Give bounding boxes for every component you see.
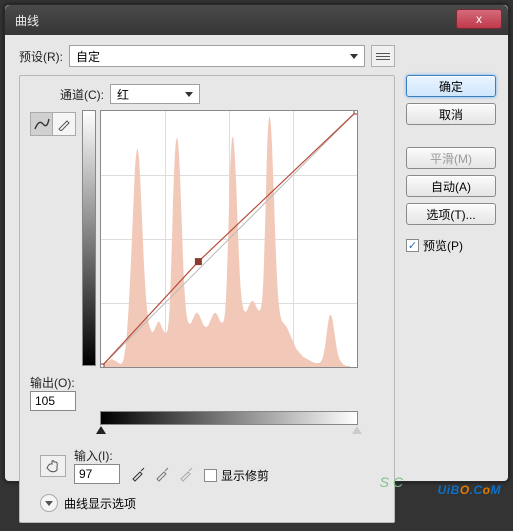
preset-row: 预设(R): 自定 [19,45,395,67]
curve-icon [34,117,50,131]
output-gradient [82,110,96,366]
show-clipping-checkbox[interactable] [204,469,217,482]
output-value: 105 [35,394,55,408]
black-eyedropper[interactable] [128,464,148,484]
preset-label: 预设(R): [19,48,63,65]
eyedropper-icon [154,466,170,482]
input-gradient [100,411,358,425]
preview-row[interactable]: 预览(P) [406,237,496,254]
eyedropper-group [128,464,196,484]
preview-label: 预览(P) [423,237,463,254]
curve-tools [30,112,76,136]
output-row: 输出(O): 105 [30,374,384,411]
cancel-button[interactable]: 取消 [406,103,496,125]
output-col: 输出(O): 105 [30,374,86,411]
eyedropper-icon [178,466,194,482]
preset-select[interactable]: 自定 [69,45,365,67]
show-clipping[interactable]: 显示修剪 [204,467,269,484]
input-input[interactable]: 97 [74,464,120,484]
curve-area [82,110,384,368]
curve-pencil-tool[interactable] [53,113,75,135]
pencil-icon [57,117,71,131]
chevron-down-icon [45,501,53,506]
channel-value: 红 [117,86,129,103]
white-eyedropper[interactable] [176,464,196,484]
dialog-title: 曲线 [15,12,39,29]
eyedropper-icon [130,466,146,482]
close-icon: x [476,12,482,26]
input-row: 输入(I): 97 显示修剪 [40,447,384,484]
chevron-down-icon [185,92,193,97]
close-button[interactable]: x [456,9,502,29]
white-point-slider[interactable] [352,426,362,434]
input-value: 97 [79,467,92,481]
channel-row: 通道(C): 红 [60,84,384,104]
curves-dialog: 曲线 x 预设(R): 自定 通道(C): 红 [4,4,509,482]
preset-menu-button[interactable] [371,45,395,67]
curve-point-tool[interactable] [31,113,53,135]
display-options-row[interactable]: 曲线显示选项 [40,494,384,512]
input-label: 输入(I): [74,447,114,464]
curve-canvas[interactable] [100,110,358,368]
output-input[interactable]: 105 [30,391,76,411]
right-button-panel: 确定 取消 平滑(M) 自动(A) 选项(T)... 预览(P) [406,75,496,254]
display-options-label: 曲线显示选项 [64,495,136,512]
auto-button[interactable]: 自动(A) [406,175,496,197]
smooth-button[interactable]: 平滑(M) [406,147,496,169]
target-adjust-tool[interactable] [40,455,66,477]
output-label: 输出(O): [30,374,80,391]
preset-value: 自定 [76,48,100,65]
channel-label: 通道(C): [60,86,104,103]
preview-checkbox[interactable] [406,239,419,252]
dialog-body: 预设(R): 自定 通道(C): 红 [5,35,508,531]
input-col: 输入(I): 97 [74,447,120,484]
curve-group: 通道(C): 红 [19,75,395,523]
sc-watermark: S C [380,474,403,490]
expand-button[interactable] [40,494,58,512]
show-clipping-label: 显示修剪 [221,467,269,484]
black-point-slider[interactable] [96,426,106,434]
chevron-down-icon [350,54,358,59]
hand-icon [44,458,62,474]
gray-eyedropper[interactable] [152,464,172,484]
options-button[interactable]: 选项(T)... [406,203,496,225]
channel-select[interactable]: 红 [110,84,200,104]
watermark: UiBO.CoM [438,477,501,500]
titlebar[interactable]: 曲线 x [5,5,508,35]
ok-button[interactable]: 确定 [406,75,496,97]
curve-tool-pair [30,112,76,136]
